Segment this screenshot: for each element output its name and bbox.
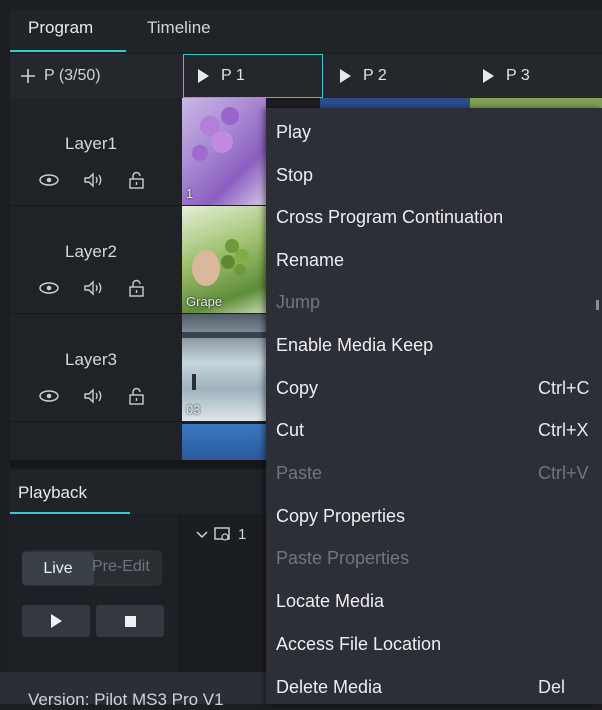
layer-row[interactable]: Layer3 <box>10 314 182 422</box>
play-icon <box>50 614 62 628</box>
active-tab-indicator <box>10 512 130 514</box>
program-tab-label: P 2 <box>363 67 387 84</box>
eye-icon[interactable] <box>38 387 60 405</box>
media-thumbnail-empty[interactable] <box>182 424 266 460</box>
program-tab-p2[interactable]: P 2 <box>340 54 387 98</box>
play-icon <box>340 69 351 83</box>
speaker-icon[interactable] <box>82 387 104 405</box>
version-text: Version: Pilot MS3 Pro V1 <box>28 690 224 709</box>
unlock-icon[interactable] <box>126 279 148 297</box>
play-icon <box>483 69 494 83</box>
menu-item-cross-program-continuation[interactable]: Cross Program Continuation <box>276 207 503 228</box>
menu-item-rename[interactable]: Rename <box>276 250 344 271</box>
tab-timeline[interactable]: Timeline <box>147 18 211 38</box>
menu-item-jump: Jump <box>276 292 321 312</box>
layer-row[interactable]: Layer2 <box>10 206 182 314</box>
program-tab-p1[interactable]: P 1 <box>183 54 323 98</box>
add-program-button[interactable]: P (3/50) <box>10 54 182 98</box>
eye-icon[interactable] <box>38 279 60 297</box>
menu-item-paste-properties: Paste Properties <box>276 548 410 568</box>
monitor-icon <box>214 526 230 541</box>
menu-item-cut[interactable]: Cut <box>276 420 304 441</box>
output-row[interactable]: 1 <box>196 526 246 543</box>
speaker-icon[interactable] <box>82 171 104 189</box>
shortcut-cut: Ctrl+X <box>538 420 589 440</box>
flower-image <box>192 107 239 161</box>
media-thumbnail[interactable]: Grape <box>182 206 266 313</box>
playback-panel <box>10 516 178 672</box>
play-button[interactable] <box>22 605 90 637</box>
chevron-down-icon <box>196 530 208 538</box>
speaker-icon[interactable] <box>82 279 104 297</box>
program-tab-label: P 3 <box>506 67 530 84</box>
program-tab-p3[interactable]: P 3 <box>483 54 530 98</box>
thumbnail-label: Grape <box>186 294 223 309</box>
program-tab-label: P 1 <box>221 67 245 84</box>
pre-edit-button[interactable]: Pre-Edit <box>92 558 162 576</box>
menu-item-copy[interactable]: Copy <box>276 378 318 399</box>
menu-item-stop[interactable]: Stop <box>276 165 313 186</box>
shortcut-paste: Ctrl+V <box>538 463 589 483</box>
layer-row[interactable]: Layer1 <box>10 98 182 206</box>
menu-item-enable-media-keep[interactable]: Enable Media Keep <box>276 335 433 356</box>
active-tab-indicator <box>10 50 126 52</box>
divider <box>10 460 266 468</box>
program-header: P (3/50) P 1 P 2 P 3 <box>10 54 602 99</box>
unlock-icon[interactable] <box>126 387 148 405</box>
menu-item-play[interactable]: Play <box>276 122 311 143</box>
menu-item-locate-media[interactable]: Locate Media <box>276 591 384 612</box>
submenu-arrow-icon <box>596 300 599 310</box>
program-count: P (3/50) <box>44 67 101 84</box>
tab-program[interactable]: Program <box>28 18 93 38</box>
unlock-icon[interactable] <box>126 171 148 189</box>
top-tab-bar: Program Timeline <box>10 10 602 52</box>
eye-icon[interactable] <box>38 171 60 189</box>
thumbnail-p3[interactable] <box>470 98 602 108</box>
context-menu: Play Stop Cross Program Continuation Ren… <box>266 108 602 704</box>
play-icon <box>198 69 209 83</box>
output-label: 1 <box>238 526 247 543</box>
layer-panel: Layer1 Layer2 Layer3 <box>10 98 182 460</box>
thumbnail-p2[interactable] <box>320 98 470 108</box>
menu-item-delete-media[interactable]: Delete Media <box>276 677 382 698</box>
menu-item-access-file-location[interactable]: Access File Location <box>276 634 441 655</box>
live-button[interactable]: Live <box>22 552 94 585</box>
media-thumbnail[interactable]: 1 <box>182 98 266 205</box>
stop-button[interactable] <box>96 605 164 637</box>
layer-name: Layer1 <box>65 134 117 153</box>
menu-item-paste: Paste <box>276 463 323 483</box>
plus-icon <box>21 69 35 83</box>
media-thumbnail[interactable]: 03 <box>182 314 266 421</box>
shortcut-delete: Del <box>538 677 566 697</box>
thumbnail-label: 1 <box>186 186 194 201</box>
layer-name: Layer2 <box>65 242 117 261</box>
thumbnail-label: 03 <box>186 402 201 417</box>
layer-name: Layer3 <box>65 350 117 369</box>
shortcut-copy: Ctrl+C <box>538 378 590 398</box>
stop-icon <box>124 615 136 627</box>
tab-playback[interactable]: Playback <box>18 483 87 503</box>
menu-item-copy-properties[interactable]: Copy Properties <box>276 506 405 527</box>
